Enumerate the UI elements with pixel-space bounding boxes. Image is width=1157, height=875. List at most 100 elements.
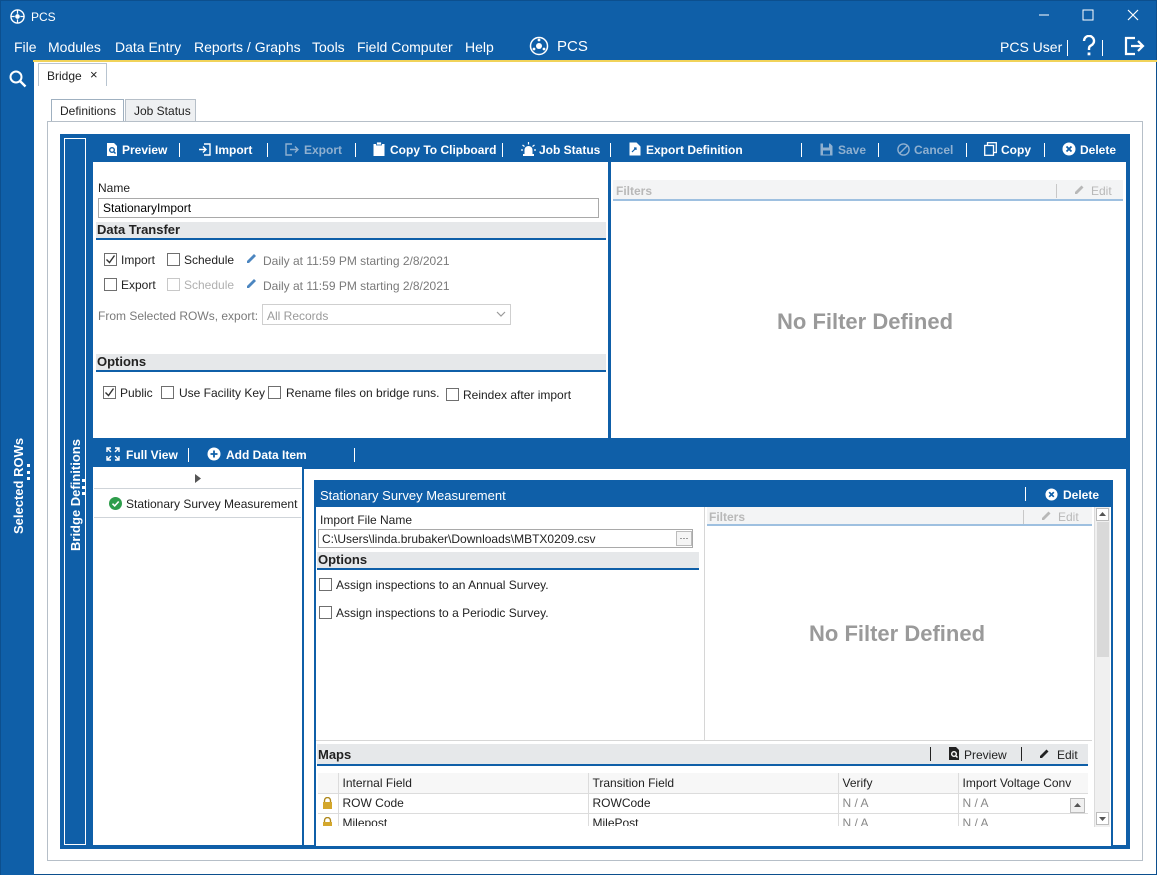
preview-icon [948,747,960,760]
tab-bridge[interactable]: Bridge × [38,63,107,86]
menu-data-entry[interactable]: Data Entry [115,39,181,55]
tab-definitions[interactable]: Definitions [51,99,124,121]
item-filters-header: Filters Edit [707,507,1092,526]
bridge-definitions-label[interactable]: Bridge Definitions [68,439,83,551]
header-separator [930,747,931,761]
lock-icon [318,813,339,826]
close-window-button[interactable] [1127,9,1139,21]
toolbar-separator [502,143,503,157]
public-checkbox[interactable] [103,386,116,399]
tab-close-icon[interactable]: × [90,67,98,82]
list-expand-bar[interactable] [94,468,301,489]
header-separator [1056,184,1057,198]
scroll-thumb[interactable] [1097,522,1109,657]
maximize-button[interactable] [1082,9,1094,21]
maps-preview-button[interactable]: Preview [964,748,1007,762]
annual-survey-checkbox[interactable] [319,578,332,591]
grid-scroll-up-button[interactable] [1070,798,1085,813]
scroll-down-button[interactable] [1096,812,1109,825]
tab-job-status[interactable]: Job Status [125,99,196,121]
user-name[interactable]: PCS User [1000,39,1062,55]
list-item[interactable]: Stationary Survey Measurement [94,490,301,518]
cell-internal-field[interactable]: Milepost [338,813,589,826]
menu-modules[interactable]: Modules [48,39,101,55]
export-definition-button[interactable]: Export Definition [646,143,743,157]
job-status-icon [521,142,536,156]
public-label: Public [120,386,153,400]
use-facility-key-checkbox[interactable] [161,386,174,399]
help-icon[interactable] [1081,35,1097,57]
toolbar-separator [267,143,268,157]
copy-icon [984,142,997,156]
table-row[interactable]: ROW Code ROWCode N / A N / A [318,793,1088,814]
column-header-internal-field[interactable]: Internal Field [338,773,589,794]
item-filters-edit-button[interactable]: Edit [1058,510,1079,524]
browse-button[interactable]: ··· [676,531,692,546]
menu-file[interactable]: File [14,39,37,55]
column-header-import-voltage-conv[interactable]: Import Voltage Conv [958,773,1088,794]
rename-files-checkbox[interactable] [268,386,281,399]
cell-transition-field[interactable]: ROWCode [588,793,839,814]
selected-rows-panel[interactable]: Selected ROWs [1,62,34,875]
edit-schedule-icon[interactable] [245,277,258,290]
preview-icon [106,143,118,156]
vertical-scrollbar[interactable] [1094,507,1110,827]
drag-handle[interactable] [82,479,85,495]
import-checkbox[interactable] [104,253,117,266]
cell-import-voltage-conv[interactable]: N / A [958,813,1088,826]
search-icon[interactable] [9,70,27,88]
bridge-definitions-strip[interactable]: Bridge Definitions [64,138,86,845]
cell-transition-field[interactable]: MilePost [588,813,839,826]
column-header-transition-field[interactable]: Transition Field [588,773,839,794]
selected-rows-label[interactable]: Selected ROWs [11,438,26,534]
data-item-delete-button[interactable]: Delete [1063,488,1099,502]
cell-internal-field[interactable]: ROW Code [338,793,589,814]
preview-button[interactable]: Preview [122,143,167,157]
edit-schedule-icon[interactable] [245,252,258,265]
import-schedule-checkbox[interactable] [167,253,180,266]
cell-import-voltage-conv[interactable]: N / A [958,793,1088,814]
column-header-verify[interactable]: Verify [838,773,959,794]
menu-help[interactable]: Help [465,39,494,55]
copy-to-clipboard-button[interactable]: Copy To Clipboard [390,143,496,157]
export-checkbox[interactable] [104,278,117,291]
cell-verify[interactable]: N / A [838,813,959,826]
import-file-label: Import File Name [320,513,413,527]
save-icon [820,143,833,156]
drag-handle[interactable] [27,464,30,480]
reindex-checkbox[interactable] [446,388,459,401]
import-icon [198,143,211,156]
job-status-button[interactable]: Job Status [539,143,600,157]
data-item-body: Import File Name C:\Users\linda.brubaker… [316,507,1111,846]
reindex-label: Reindex after import [463,388,572,402]
full-view-button[interactable]: Full View [126,448,178,462]
export-button[interactable]: Export [304,143,342,157]
copy-button[interactable]: Copy [1001,143,1031,157]
import-schedule-label: Schedule [184,253,235,267]
app-logo-icon [10,9,25,24]
table-row[interactable]: Milepost MilePost N / A N / A [318,813,1088,826]
definition-toolbar: Preview Import Export Copy To Clipboard … [93,140,1128,160]
import-button[interactable]: Import [215,143,252,157]
export-scope-select[interactable]: All Records [262,304,511,325]
export-schedule-checkbox[interactable] [167,278,180,291]
sign-out-icon[interactable] [1123,35,1145,57]
minimize-button[interactable] [1037,7,1051,21]
add-data-item-button[interactable]: Add Data Item [226,448,307,462]
cancel-button[interactable]: Cancel [914,143,953,157]
save-button[interactable]: Save [838,143,866,157]
filters-edit-button[interactable]: Edit [1091,184,1112,198]
pcs-logo-icon [529,36,549,56]
menu-reports-graphs[interactable]: Reports / Graphs [194,39,301,55]
delete-button[interactable]: Delete [1080,143,1116,157]
import-file-field[interactable]: C:\Users\linda.brubaker\Downloads\MBTX02… [318,529,693,548]
maps-edit-button[interactable]: Edit [1057,748,1078,762]
periodic-survey-checkbox[interactable] [319,606,332,619]
data-item-toolbar: Full View Add Data Item [93,442,1128,466]
menu-tools[interactable]: Tools [312,39,345,55]
menu-field-computer[interactable]: Field Computer [357,39,453,55]
scroll-up-button[interactable] [1096,508,1109,521]
cell-verify[interactable]: N / A [838,793,959,814]
check-circle-icon [109,497,122,510]
name-input[interactable] [98,198,599,218]
